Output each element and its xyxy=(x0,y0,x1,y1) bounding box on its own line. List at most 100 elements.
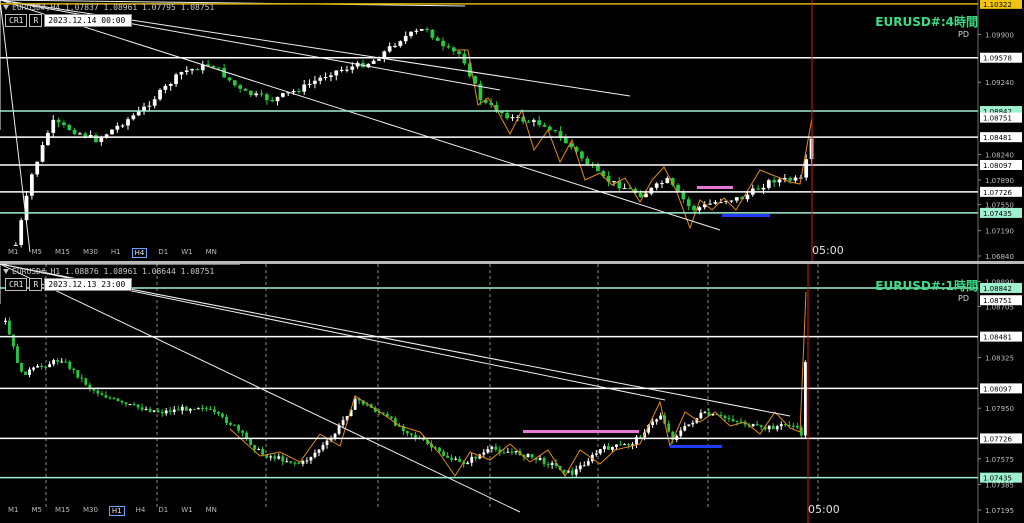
candle-body xyxy=(241,430,244,433)
candle-body xyxy=(761,187,766,190)
timeframe-m5[interactable]: M5 xyxy=(30,506,45,516)
candle-body xyxy=(120,125,125,127)
candle-body xyxy=(40,365,43,367)
candle-body xyxy=(612,181,616,183)
tick-label: 1.08240 xyxy=(985,152,1014,160)
timeframe-h1[interactable]: H1 xyxy=(109,248,123,258)
r-button[interactable]: R xyxy=(29,13,43,27)
candle-body xyxy=(124,402,128,405)
h4-time-label: 05:00 xyxy=(812,244,844,257)
r-button[interactable]: R xyxy=(29,277,43,291)
timeframe-m15[interactable]: M15 xyxy=(53,506,72,516)
candle-body xyxy=(253,445,257,450)
candle-body xyxy=(179,72,184,75)
candle-body xyxy=(156,410,160,413)
candle-body xyxy=(289,461,293,463)
h4-chart-canvas[interactable]: 1.099001.092401.082401.078901.075501.071… xyxy=(0,0,1024,261)
candle-body xyxy=(318,77,323,81)
timeframe-d1[interactable]: D1 xyxy=(156,506,170,516)
timeframe-mn[interactable]: MN xyxy=(204,506,219,516)
candle-body xyxy=(793,177,798,181)
candle-body xyxy=(152,410,156,412)
dropdown-triangle-icon[interactable] xyxy=(3,5,9,10)
candle-body xyxy=(607,446,610,450)
candle-body xyxy=(192,409,196,411)
candle-body xyxy=(64,361,68,363)
timeframe-w1[interactable]: W1 xyxy=(179,248,194,258)
candle-body xyxy=(221,413,224,417)
h1-chart-pane[interactable]: 1.08890 1.08705 1.08325 1.07950 1.07575 1.073… xyxy=(0,264,1024,523)
candle-body xyxy=(611,446,614,450)
candle-body xyxy=(68,361,72,369)
tick-label: 1.07190 xyxy=(985,228,1014,236)
candle-body xyxy=(683,426,687,431)
candle-body xyxy=(302,84,307,92)
h1-controls: CR1 R 2023.12.13 23:00 xyxy=(5,277,133,291)
candle-body xyxy=(494,446,498,450)
candle-body xyxy=(321,444,325,450)
h1-datetime-field[interactable]: 2023.12.13 23:00 xyxy=(44,277,133,291)
candle-body xyxy=(804,159,809,178)
candle-body xyxy=(222,67,226,78)
candle-body xyxy=(273,456,277,459)
candle-body xyxy=(32,367,35,370)
candle-body xyxy=(307,83,312,85)
candle-body xyxy=(28,369,31,375)
tick-label: 1.09240 xyxy=(985,79,1014,87)
candle-body xyxy=(261,449,265,455)
candle-body xyxy=(152,99,157,106)
pink-marker xyxy=(697,186,733,189)
candle-body xyxy=(277,456,281,459)
timeframe-m30[interactable]: M30 xyxy=(81,248,100,258)
timeframe-mn[interactable]: MN xyxy=(204,248,219,258)
price-label: 1.09578 xyxy=(983,55,1012,63)
candle-body xyxy=(462,53,467,64)
candle-body xyxy=(24,371,27,375)
timeframe-d1[interactable]: D1 xyxy=(156,248,170,258)
dropdown-triangle-icon[interactable] xyxy=(3,269,9,274)
timeframe-m1[interactable]: M1 xyxy=(6,506,21,516)
candle-body xyxy=(602,446,606,450)
h1-symbol-header: EURUSD#,H1 1.08876 1.08961 1.08644 1.087… xyxy=(3,267,214,276)
h1-chart-canvas[interactable]: 1.088901.087051.083251.079501.075751.073… xyxy=(0,264,1024,523)
candle-body xyxy=(14,244,18,246)
candle-body xyxy=(377,59,381,61)
timeframe-m1[interactable]: M1 xyxy=(6,248,21,258)
timeframe-m5[interactable]: M5 xyxy=(30,248,45,258)
candle-body xyxy=(67,124,72,130)
cr1-button[interactable]: CR1 xyxy=(5,277,28,291)
candle-body xyxy=(196,407,200,410)
price-label: 1.08842 xyxy=(983,285,1012,293)
candle-body xyxy=(334,70,339,76)
candle-body xyxy=(406,431,409,434)
timeframe-m30[interactable]: M30 xyxy=(81,506,100,516)
price-label: 1.07435 xyxy=(983,475,1012,483)
candle-body xyxy=(615,444,618,447)
candle-body xyxy=(245,432,249,439)
price-label: 1.08097 xyxy=(983,162,1012,170)
candle-body xyxy=(735,421,739,423)
candle-body xyxy=(393,45,397,47)
tick-label: 1.08325 xyxy=(985,355,1014,363)
cr1-button[interactable]: CR1 xyxy=(5,13,28,27)
candle-body xyxy=(649,187,654,194)
candle-body xyxy=(131,115,136,120)
timeframe-h1[interactable]: H1 xyxy=(108,506,125,516)
timeframe-m15[interactable]: M15 xyxy=(53,248,72,258)
h4-datetime-field[interactable]: 2023.12.14 00:00 xyxy=(44,13,133,27)
candle-body xyxy=(474,456,478,459)
candle-body xyxy=(505,113,510,119)
candle-body xyxy=(142,106,146,111)
candle-body xyxy=(243,88,248,91)
candle-body xyxy=(537,120,542,125)
timeframe-w1[interactable]: W1 xyxy=(179,506,194,516)
timeframe-h4[interactable]: H4 xyxy=(134,506,148,516)
timeframe-h4[interactable]: H4 xyxy=(131,248,148,258)
candle-body xyxy=(660,183,664,185)
candle-body xyxy=(585,158,590,165)
h4-symbol-header: EURUSD#,H4 1.07837 1.08961 1.07795 1.087… xyxy=(3,3,214,12)
tick-label: 1.06840 xyxy=(985,253,1014,261)
h1-chart-title: EURUSD#:1時間 xyxy=(875,279,978,293)
h4-chart-pane[interactable]: 1.09900 1.09240 1.08240 1.07890 1.07550 1.071… xyxy=(0,0,1024,261)
candle-body xyxy=(323,77,328,79)
